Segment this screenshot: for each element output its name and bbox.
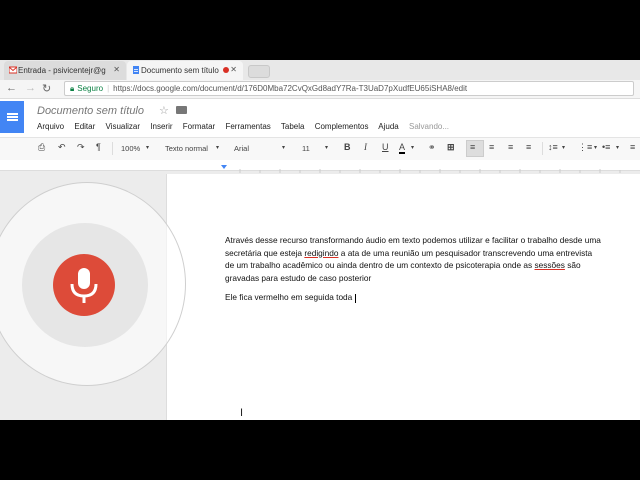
paint-format-icon[interactable]: ¶ [96, 142, 101, 152]
formatting-toolbar: ⎙ ↶ ↷ ¶ 100% ▾ Texto normal ▾ Arial ▾ 11… [0, 137, 640, 161]
menu-ajuda[interactable]: Ajuda [378, 122, 398, 131]
ruler-ticks [221, 165, 621, 173]
gmail-icon [9, 66, 17, 74]
font-size-select[interactable]: 11 [302, 144, 310, 153]
print-icon[interactable]: ⎙ [38, 142, 45, 153]
chevron-down-icon: ▾ [411, 145, 415, 151]
text-color-icon[interactable]: A [399, 142, 406, 154]
redo-icon[interactable]: ↷ [77, 142, 85, 153]
lock-icon: 🔒︎ [70, 83, 75, 93]
close-icon[interactable]: ✕ [230, 65, 237, 74]
recording-indicator-icon [223, 67, 229, 73]
menu-formatar[interactable]: Formatar [183, 122, 215, 131]
chevron-down-icon: ▾ [282, 145, 286, 151]
omnibox[interactable]: 🔒︎ Seguro | https://docs.google.com/docu… [64, 81, 634, 96]
chevron-down-icon: ▾ [325, 145, 329, 151]
indent-icon[interactable]: ≡ [630, 142, 635, 152]
menu-bar: Arquivo Editar Visualizar Inserir Format… [37, 122, 457, 131]
docs-icon [133, 66, 139, 74]
text-cursor-icon: I [240, 407, 244, 419]
address-bar: ← → ↻ 🔒︎ Seguro | https://docs.google.co… [0, 80, 640, 99]
style-select[interactable]: Texto normal [165, 144, 208, 153]
new-tab-button[interactable] [248, 65, 270, 78]
paragraph: Ele fica vermelho em seguida toda [225, 291, 603, 304]
paragraph: Através desse recurso transformando áudi… [225, 235, 601, 283]
folder-icon[interactable] [176, 106, 187, 114]
underline-icon[interactable]: U [382, 142, 389, 152]
text-cursor [354, 293, 356, 303]
align-center-icon[interactable]: ≡ [489, 142, 494, 152]
document-title[interactable]: Documento sem título [37, 105, 144, 117]
undo-icon[interactable]: ↶ [58, 142, 66, 153]
numbered-list-icon[interactable]: ⋮≡ [578, 142, 592, 153]
menu-arquivo[interactable]: Arquivo [37, 122, 64, 131]
voice-typing-button[interactable] [53, 254, 115, 316]
chevron-down-icon: ▾ [216, 145, 220, 151]
chevron-down-icon: ▾ [562, 145, 566, 151]
save-status: Salvando... [408, 122, 450, 131]
tab-gmail[interactable]: Entrada - psivicentejr@g ✕ [4, 61, 126, 80]
forward-arrow-icon[interactable]: → [25, 82, 36, 94]
insert-comment-icon[interactable]: ⊞ [447, 142, 455, 153]
microphone-icon [70, 268, 98, 303]
docs-header: Documento sem título ☆ Arquivo Editar Vi… [0, 99, 640, 137]
document-body[interactable]: Através desse recurso transformando áudi… [225, 234, 603, 311]
menu-ferramentas[interactable]: Ferramentas [225, 122, 270, 131]
bold-icon[interactable]: B [344, 142, 351, 152]
menu-complementos[interactable]: Complementos [315, 122, 369, 131]
menu-editar[interactable]: Editar [74, 122, 95, 131]
menu-tabela[interactable]: Tabela [281, 122, 305, 131]
star-icon[interactable]: ☆ [159, 104, 169, 117]
justify-icon[interactable]: ≡ [526, 142, 531, 152]
chevron-down-icon: ▾ [616, 145, 620, 151]
url-text: https://docs.google.com/document/d/176D0… [113, 84, 468, 93]
menu-visualizar[interactable]: Visualizar [106, 122, 141, 131]
ruler[interactable] [0, 160, 640, 173]
tab-label: Documento sem título [141, 66, 219, 75]
document-page[interactable]: Através desse recurso transformando áudi… [166, 174, 640, 420]
docs-logo-icon[interactable] [0, 101, 24, 133]
zoom-select[interactable]: 100% [121, 144, 140, 153]
font-select[interactable]: Arial [234, 144, 249, 153]
bulleted-list-icon[interactable]: •≡ [602, 142, 610, 152]
chevron-down-icon: ▾ [146, 145, 150, 151]
align-right-icon[interactable]: ≡ [508, 142, 513, 152]
link-icon[interactable]: ⚭ [428, 142, 436, 153]
chevron-down-icon: ▾ [594, 145, 598, 151]
reload-icon[interactable]: ↻ [42, 82, 51, 95]
tab-strip: Entrada - psivicentejr@g ✕ Documento sem… [0, 60, 640, 80]
tab-docs[interactable]: Documento sem título ✕ [127, 61, 243, 80]
divider: | [107, 84, 110, 93]
back-arrow-icon[interactable]: ← [6, 82, 17, 94]
tab-label: Entrada - psivicentejr@g [18, 66, 106, 75]
italic-icon[interactable]: I [364, 142, 367, 152]
line-spacing-icon[interactable]: ↕≡ [548, 142, 558, 152]
secure-label: Seguro [77, 84, 104, 93]
spellcheck-word[interactable]: redigindo [304, 248, 338, 258]
menu-inserir[interactable]: Inserir [150, 122, 172, 131]
spellcheck-word[interactable]: sessões [535, 260, 565, 270]
divider [542, 142, 543, 155]
align-left-icon: ≡ [470, 142, 476, 152]
divider [112, 142, 113, 155]
close-icon[interactable]: ✕ [113, 65, 120, 74]
